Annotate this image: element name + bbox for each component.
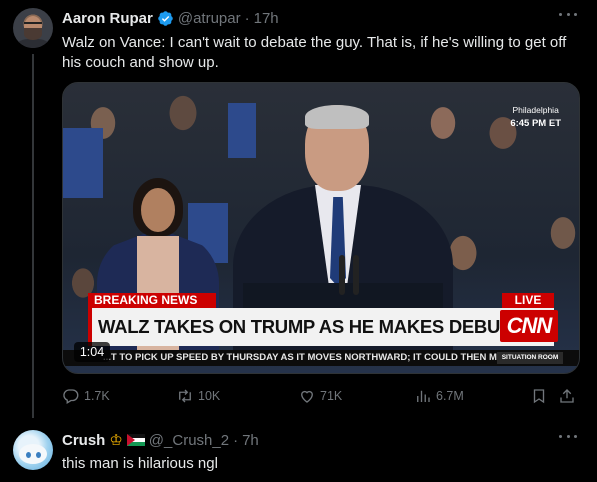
verified-badge-icon (158, 10, 173, 26)
reply-separator-dot: · (233, 431, 239, 449)
share-icon (560, 389, 574, 403)
location-bug: Philadelphia 6:45 PM ET (510, 103, 561, 131)
live-label: LIVE (502, 293, 554, 308)
repost-count: 10K (198, 389, 221, 403)
tweet-text: Walz on Vance: I can't wait to debate th… (62, 34, 567, 71)
reply-author-avatar[interactable] (13, 430, 53, 470)
repost-button[interactable]: 10K (176, 385, 220, 407)
crown-emoji-icon: ♔ (109, 432, 123, 449)
like-button[interactable]: 71K (298, 385, 342, 407)
reply-author-name[interactable]: Crush (62, 432, 105, 449)
location-clock: 6:45 PM ET (510, 118, 561, 129)
reply-more-options-icon[interactable] (559, 433, 577, 439)
reply-icon (63, 389, 79, 404)
reply-text: this man is hilarious ngl (62, 455, 218, 472)
program-label: SITUATION ROOM (497, 352, 563, 364)
reply-tweet[interactable]: Crush ♔ @_Crush_2 · 7h this man is hilar… (0, 418, 597, 482)
video-player[interactable]: Philadelphia 6:45 PM ET BREAKING NEWS LI… (62, 82, 580, 374)
timestamp[interactable]: 17h (254, 10, 279, 27)
reply-author-handle[interactable]: @_Crush_2 (149, 432, 229, 449)
author-name[interactable]: Aaron Rupar (62, 10, 153, 27)
author-handle[interactable]: @atrupar (178, 10, 241, 27)
tweet[interactable]: Aaron Rupar @atrupar · 17h Walz on Vance… (0, 0, 597, 418)
view-count: 6.7M (436, 389, 464, 403)
analytics-icon (417, 390, 430, 402)
location-city: Philadelphia (512, 105, 559, 115)
separator-dot: · (244, 9, 250, 27)
reply-timestamp[interactable]: 7h (242, 432, 259, 449)
reply-count: 1.7K (84, 389, 110, 403)
reply-button[interactable]: 1.7K (62, 385, 110, 407)
bookmark-button[interactable] (530, 385, 548, 407)
more-options-icon[interactable] (559, 11, 577, 17)
author-avatar[interactable] (13, 8, 53, 48)
reply-header: Crush ♔ @_Crush_2 · 7h (62, 431, 259, 450)
breaking-news-label: BREAKING NEWS (88, 293, 216, 308)
video-duration: 1:04 (74, 342, 110, 362)
bookmark-icon (533, 389, 545, 404)
headline-banner: WALZ TAKES ON TRUMP AS HE MAKES DEBUT AS… (88, 308, 554, 346)
thread-line (32, 54, 34, 418)
views-button[interactable]: 6.7M (414, 385, 464, 407)
share-button[interactable] (558, 385, 576, 407)
flag-emoji-icon (126, 434, 145, 446)
heart-icon (301, 390, 313, 403)
like-count: 71K (320, 389, 343, 403)
action-bar: 1.7K 10K 71K 6.7M (62, 385, 582, 407)
network-logo: CNN (500, 310, 558, 342)
repost-icon (179, 389, 191, 403)
tweet-header: Aaron Rupar @atrupar · 17h (62, 9, 279, 27)
